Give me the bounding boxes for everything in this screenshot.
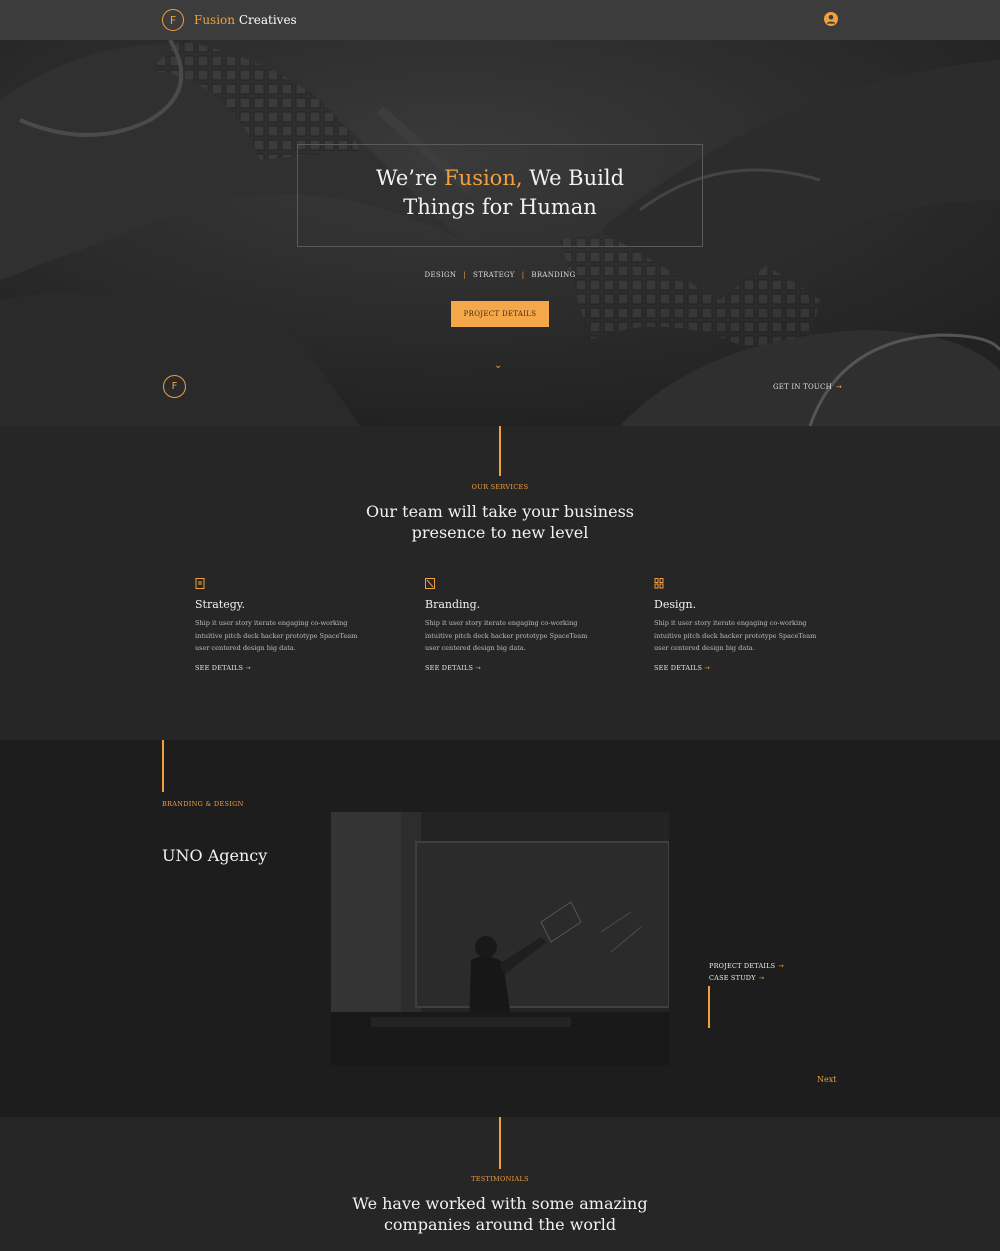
testimonials-section: TESTIMONIALS We have worked with some am…	[0, 1117, 1000, 1251]
logo-letter: F	[169, 13, 177, 27]
arrow-right-icon: →	[835, 383, 842, 391]
arrow-right-icon: →	[778, 962, 784, 970]
hero-title-line2: Things for Human	[403, 195, 597, 219]
service-name: Branding.	[425, 598, 481, 611]
get-in-touch-label: GET IN TOUCH	[773, 383, 832, 391]
project-details-button-label: PROJECT DETAILS	[463, 310, 537, 318]
service-card-design: Design. Ship it user story iterate engag…	[654, 578, 824, 672]
logo-icon[interactable]: F	[162, 9, 184, 31]
tag-separator: |	[521, 271, 525, 279]
hero-title-pre: We’re	[375, 166, 445, 190]
hero-tags: DESIGN | STRATEGY | BRANDING	[0, 271, 1000, 279]
brand-part-2: Creatives	[238, 13, 297, 27]
case-study-link[interactable]: CASE STUDY →	[709, 972, 784, 984]
testimonials-title-line2: companies around the world	[383, 1215, 617, 1234]
tag-strategy[interactable]: STRATEGY	[473, 271, 515, 279]
hero-section: We’re Fusion, We Build Things for Human …	[0, 40, 1000, 426]
brand-part-1: Fusion	[194, 13, 236, 27]
see-details-link[interactable]: SEE DETAILS →	[654, 664, 824, 672]
project-divider-line	[162, 740, 164, 792]
see-details-label: SEE DETAILS	[425, 663, 474, 672]
brand-name[interactable]: Fusion Creatives	[194, 13, 297, 27]
service-card-branding: Branding. Ship it user story iterate eng…	[425, 578, 595, 672]
hero-title-post: We Build	[522, 166, 625, 190]
pen-icon	[425, 578, 435, 589]
arrow-right-icon: →	[758, 974, 765, 982]
see-details-link[interactable]: SEE DETAILS →	[195, 664, 365, 672]
testimonials-title: We have worked with some amazing compani…	[0, 1193, 1000, 1235]
project-details-button[interactable]: PROJECT DETAILS	[451, 301, 549, 327]
arrow-right-icon: →	[475, 663, 481, 672]
tag-branding[interactable]: BRANDING	[531, 271, 575, 279]
hero-title: We’re Fusion, We Build Things for Human	[297, 164, 703, 222]
see-details-label: SEE DETAILS	[654, 663, 703, 672]
hero-logo-icon: F	[163, 375, 186, 398]
project-details-link[interactable]: PROJECT DETAILS →	[709, 960, 784, 972]
arrow-right-icon: →	[245, 663, 251, 672]
service-card-strategy: Strategy. Ship it user story iterate eng…	[195, 578, 365, 672]
services-section: OUR SERVICES Our team will take your bus…	[0, 426, 1000, 740]
case-study-label: CASE STUDY	[709, 974, 756, 982]
project-title: UNO Agency	[162, 846, 268, 865]
chevron-down-icon[interactable]: ⌄	[494, 360, 502, 371]
project-links-line	[708, 986, 710, 1028]
tag-design[interactable]: DESIGN	[425, 271, 457, 279]
document-icon	[195, 578, 205, 589]
next-button[interactable]: Next	[817, 1075, 836, 1084]
service-description: Ship it user story iterate engaging co-w…	[654, 619, 817, 652]
project-section: BRANDING & DESIGN UNO Agency PROJECT DET…	[0, 740, 1000, 1117]
services-title-line2: presence to new level	[411, 523, 589, 542]
service-description: Ship it user story iterate engaging co-w…	[195, 619, 358, 652]
project-label: BRANDING & DESIGN	[162, 800, 244, 808]
service-name: Strategy.	[195, 598, 245, 611]
project-image[interactable]	[331, 812, 669, 1066]
top-nav-bar: F Fusion Creatives	[0, 0, 1000, 40]
service-name: Design.	[654, 598, 697, 611]
services-title: Our team will take your business presenc…	[0, 501, 1000, 543]
services-title-line1: Our team will take your business	[366, 502, 634, 521]
service-description: Ship it user story iterate engaging co-w…	[425, 619, 588, 652]
see-details-label: SEE DETAILS	[195, 663, 244, 672]
see-details-link[interactable]: SEE DETAILS →	[425, 664, 595, 672]
testimonials-divider-line	[499, 1117, 501, 1169]
section-divider-line	[499, 426, 501, 476]
user-glyph-icon	[826, 14, 836, 24]
get-in-touch-link[interactable]: GET IN TOUCH →	[773, 383, 842, 391]
testimonials-title-line1: We have worked with some amazing	[352, 1194, 648, 1213]
testimonials-label: TESTIMONIALS	[471, 1175, 529, 1183]
arrow-right-icon: →	[704, 663, 710, 672]
project-links: PROJECT DETAILS → CASE STUDY →	[709, 960, 784, 984]
user-icon[interactable]	[824, 12, 838, 26]
tag-separator: |	[463, 271, 467, 279]
palette-icon	[654, 578, 664, 589]
hero-logo-letter: F	[171, 381, 178, 392]
teacher-at-chalkboard-image	[331, 812, 669, 1066]
hero-title-accent: Fusion,	[444, 166, 523, 190]
project-details-label: PROJECT DETAILS	[709, 962, 776, 970]
services-label: OUR SERVICES	[471, 483, 529, 491]
